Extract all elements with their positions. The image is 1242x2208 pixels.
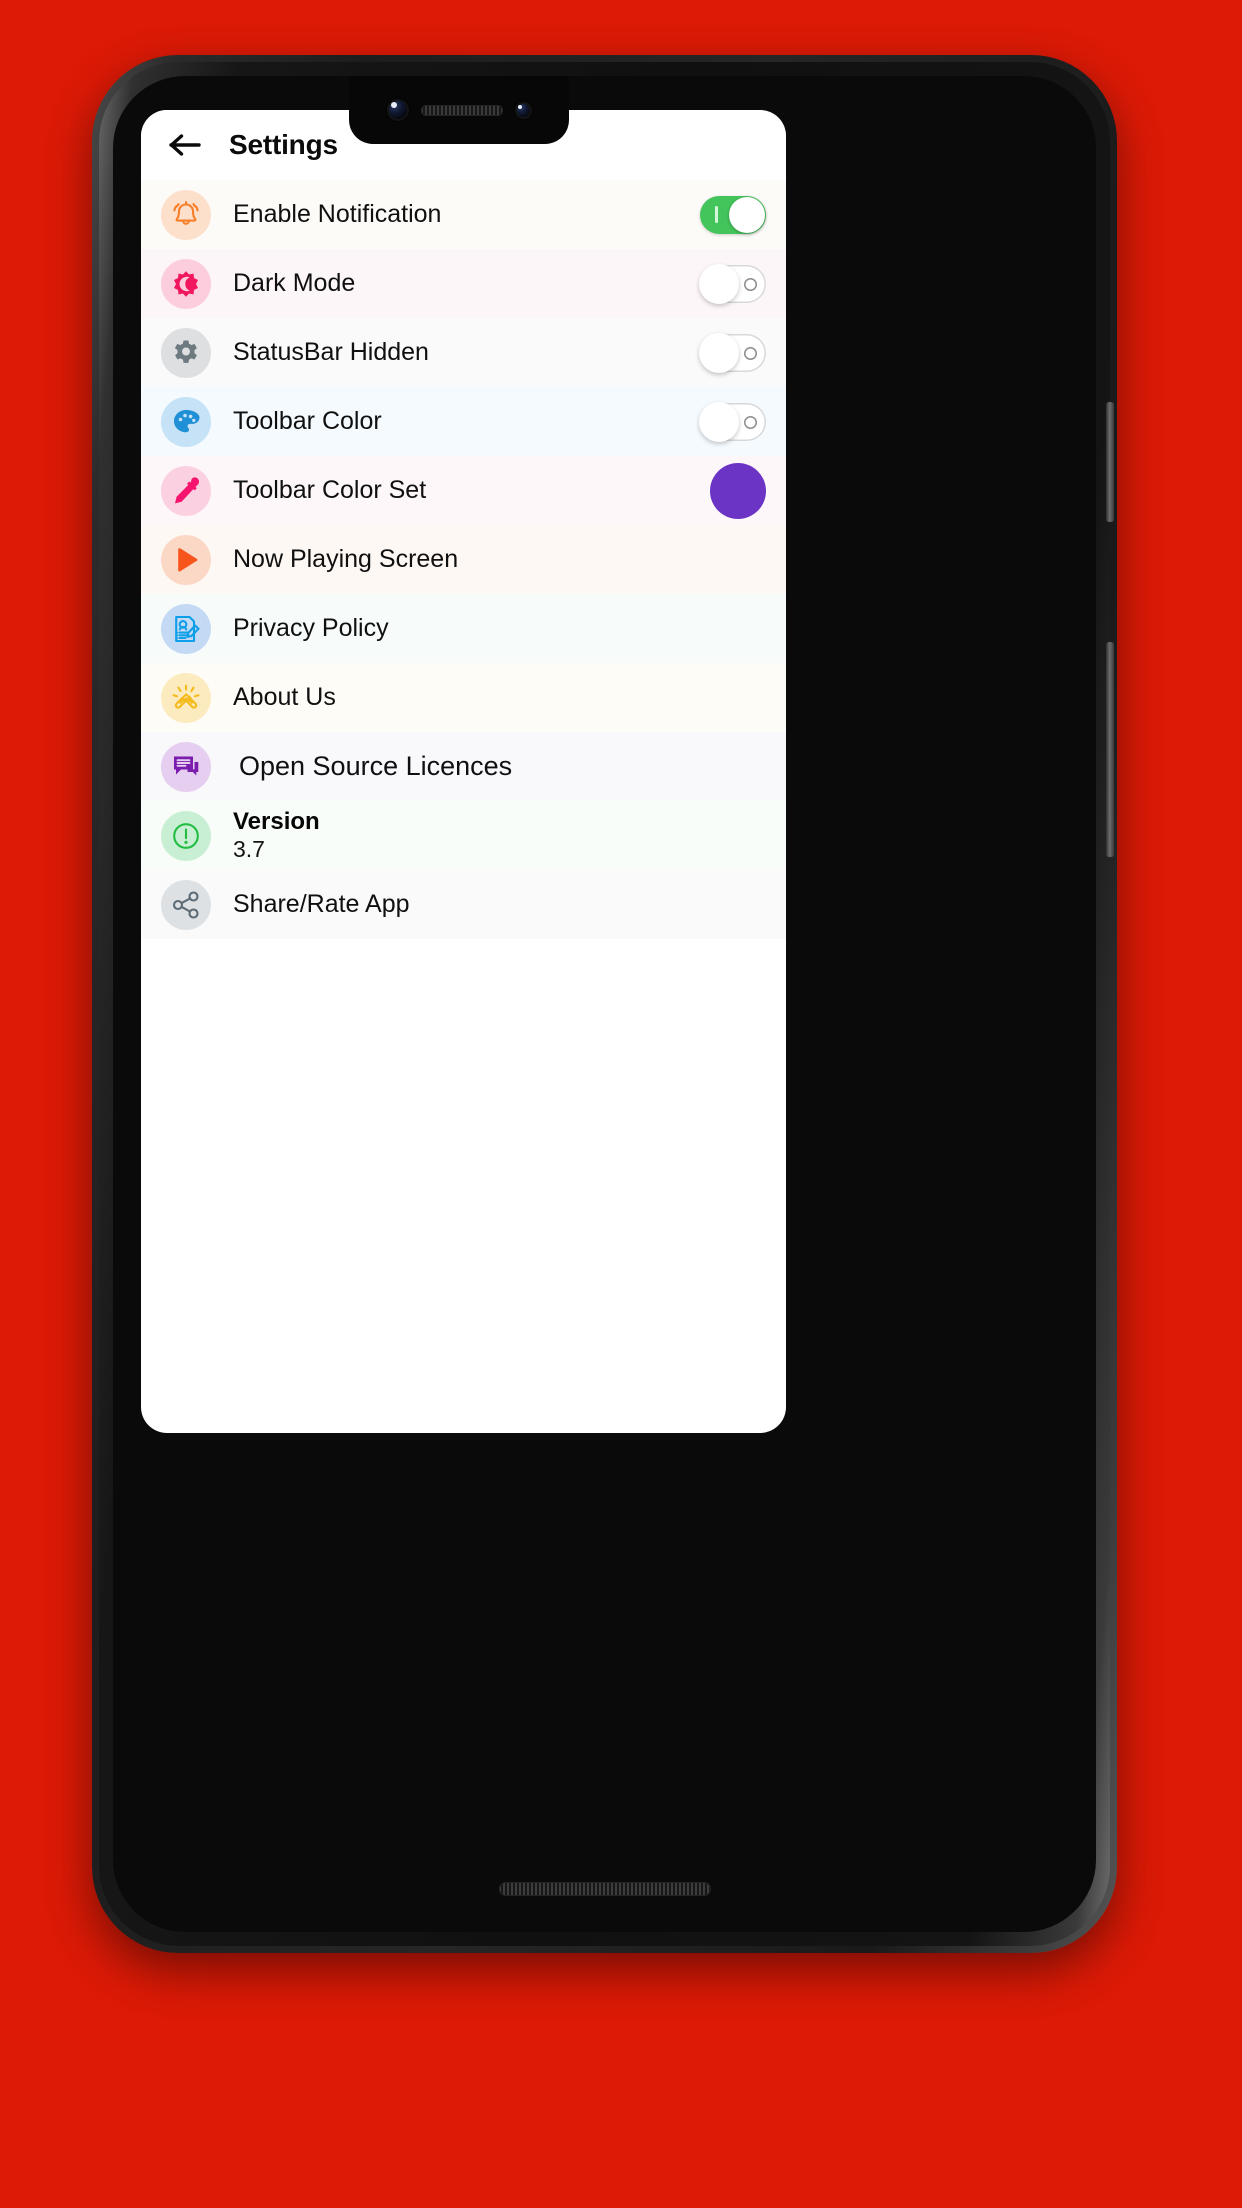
arrow-left-icon	[169, 134, 201, 156]
settings-row-label: Toolbar Color	[233, 407, 382, 435]
toggle-knob	[699, 263, 739, 304]
settings-row-label: Now Playing Screen	[233, 545, 459, 573]
settings-row-now-playing-screen[interactable]: Now Playing Screen	[141, 525, 786, 594]
version-block: Version 3.7	[233, 808, 766, 863]
privacy-document-icon	[161, 603, 211, 654]
settings-row-label: StatusBar Hidden	[233, 338, 429, 366]
version-label: Version	[233, 807, 320, 835]
settings-row-version[interactable]: Version 3.7	[141, 801, 786, 870]
palette-icon	[161, 396, 211, 447]
share-icon	[161, 879, 211, 930]
settings-row-label: Open Source Licences	[239, 751, 513, 781]
settings-row-dark-mode[interactable]: Dark Mode	[141, 249, 786, 318]
settings-row-label: Enable Notification	[233, 200, 442, 228]
phone-screen: Settings Enable Notification Dark Mode Sta…	[141, 110, 786, 1433]
toggle-switch[interactable]	[699, 332, 766, 373]
color-swatch[interactable]	[710, 462, 766, 519]
settings-row-label: Toolbar Color Set	[233, 476, 427, 504]
toggle-knob	[699, 401, 739, 442]
settings-row-open-source-licences[interactable]: Open Source Licences	[141, 732, 786, 801]
toggle-switch[interactable]	[700, 195, 766, 234]
settings-row-about-us[interactable]: About Us	[141, 663, 786, 732]
alert-circle-icon	[161, 810, 211, 861]
power-button[interactable]	[1106, 402, 1114, 522]
toggle-switch[interactable]	[699, 263, 766, 304]
volume-button[interactable]	[1106, 642, 1114, 857]
version-value: 3.7	[233, 836, 265, 863]
settings-row-toolbar-color-set[interactable]: Toolbar Color Set	[141, 456, 786, 525]
eyedropper-icon	[161, 465, 211, 516]
phone-frame: Settings Enable Notification Dark Mode Sta…	[92, 55, 1117, 1953]
bell-icon	[161, 189, 211, 240]
display-notch	[349, 76, 569, 144]
settings-row-label: Privacy Policy	[233, 614, 389, 642]
phone-body: Settings Enable Notification Dark Mode Sta…	[113, 76, 1096, 1932]
toggle-mark	[744, 347, 757, 360]
earpiece-speaker-icon	[420, 104, 503, 116]
bottom-speaker-icon	[498, 1882, 711, 1896]
page-title: Settings	[229, 129, 338, 160]
toggle-mark	[744, 278, 757, 291]
settings-row-enable-notification[interactable]: Enable Notification	[141, 180, 786, 249]
settings-list: Enable Notification Dark Mode StatusBar Hi…	[141, 180, 786, 939]
gear-icon	[161, 327, 211, 378]
front-camera-secondary-icon	[514, 101, 532, 119]
settings-row-label: About Us	[233, 683, 336, 711]
settings-row-privacy-policy[interactable]: Privacy Policy	[141, 594, 786, 663]
dark-mode-icon	[161, 258, 211, 309]
chat-bubbles-icon	[161, 741, 211, 792]
settings-row-label: Dark Mode	[233, 269, 356, 297]
play-icon	[161, 534, 211, 585]
back-button[interactable]	[163, 123, 207, 167]
phone-frame-bezel: Settings Enable Notification Dark Mode Sta…	[99, 62, 1114, 1946]
settings-row-toolbar-color[interactable]: Toolbar Color	[141, 387, 786, 456]
toggle-mark	[744, 416, 757, 429]
front-camera-icon	[386, 99, 409, 121]
toggle-mark	[715, 205, 718, 223]
settings-row-label: Share/Rate App	[233, 890, 410, 918]
toggle-knob	[729, 196, 765, 233]
settings-row-share-rate-app[interactable]: Share/Rate App	[141, 870, 786, 939]
toggle-knob	[699, 332, 739, 373]
toggle-switch[interactable]	[699, 401, 766, 442]
handshake-icon	[161, 672, 211, 723]
settings-row-statusbar-hidden[interactable]: StatusBar Hidden	[141, 318, 786, 387]
